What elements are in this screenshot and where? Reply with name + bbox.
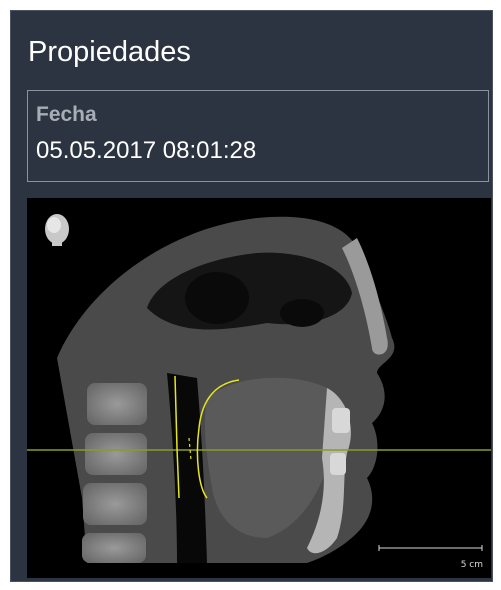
lower-teeth (330, 453, 346, 475)
head-orientation-icon[interactable] (45, 214, 69, 246)
upper-teeth (332, 408, 350, 433)
scale-label: 5 cm (460, 560, 483, 570)
properties-panel: Propiedades Fecha 05.05.2017 08:01:28 5 … (10, 10, 493, 582)
scale-bar (378, 545, 483, 551)
date-field: Fecha 05.05.2017 08:01:28 (27, 90, 489, 182)
date-field-label: Fecha (36, 103, 97, 126)
cervical-spine (82, 383, 147, 563)
sinus-left (185, 272, 249, 324)
ct-image-viewer[interactable]: 5 cm (27, 198, 491, 578)
sinus-right (280, 299, 324, 327)
date-field-value: 05.05.2017 08:01:28 (36, 137, 257, 164)
panel-title: Propiedades (28, 36, 191, 68)
ct-slice-image (27, 214, 491, 563)
